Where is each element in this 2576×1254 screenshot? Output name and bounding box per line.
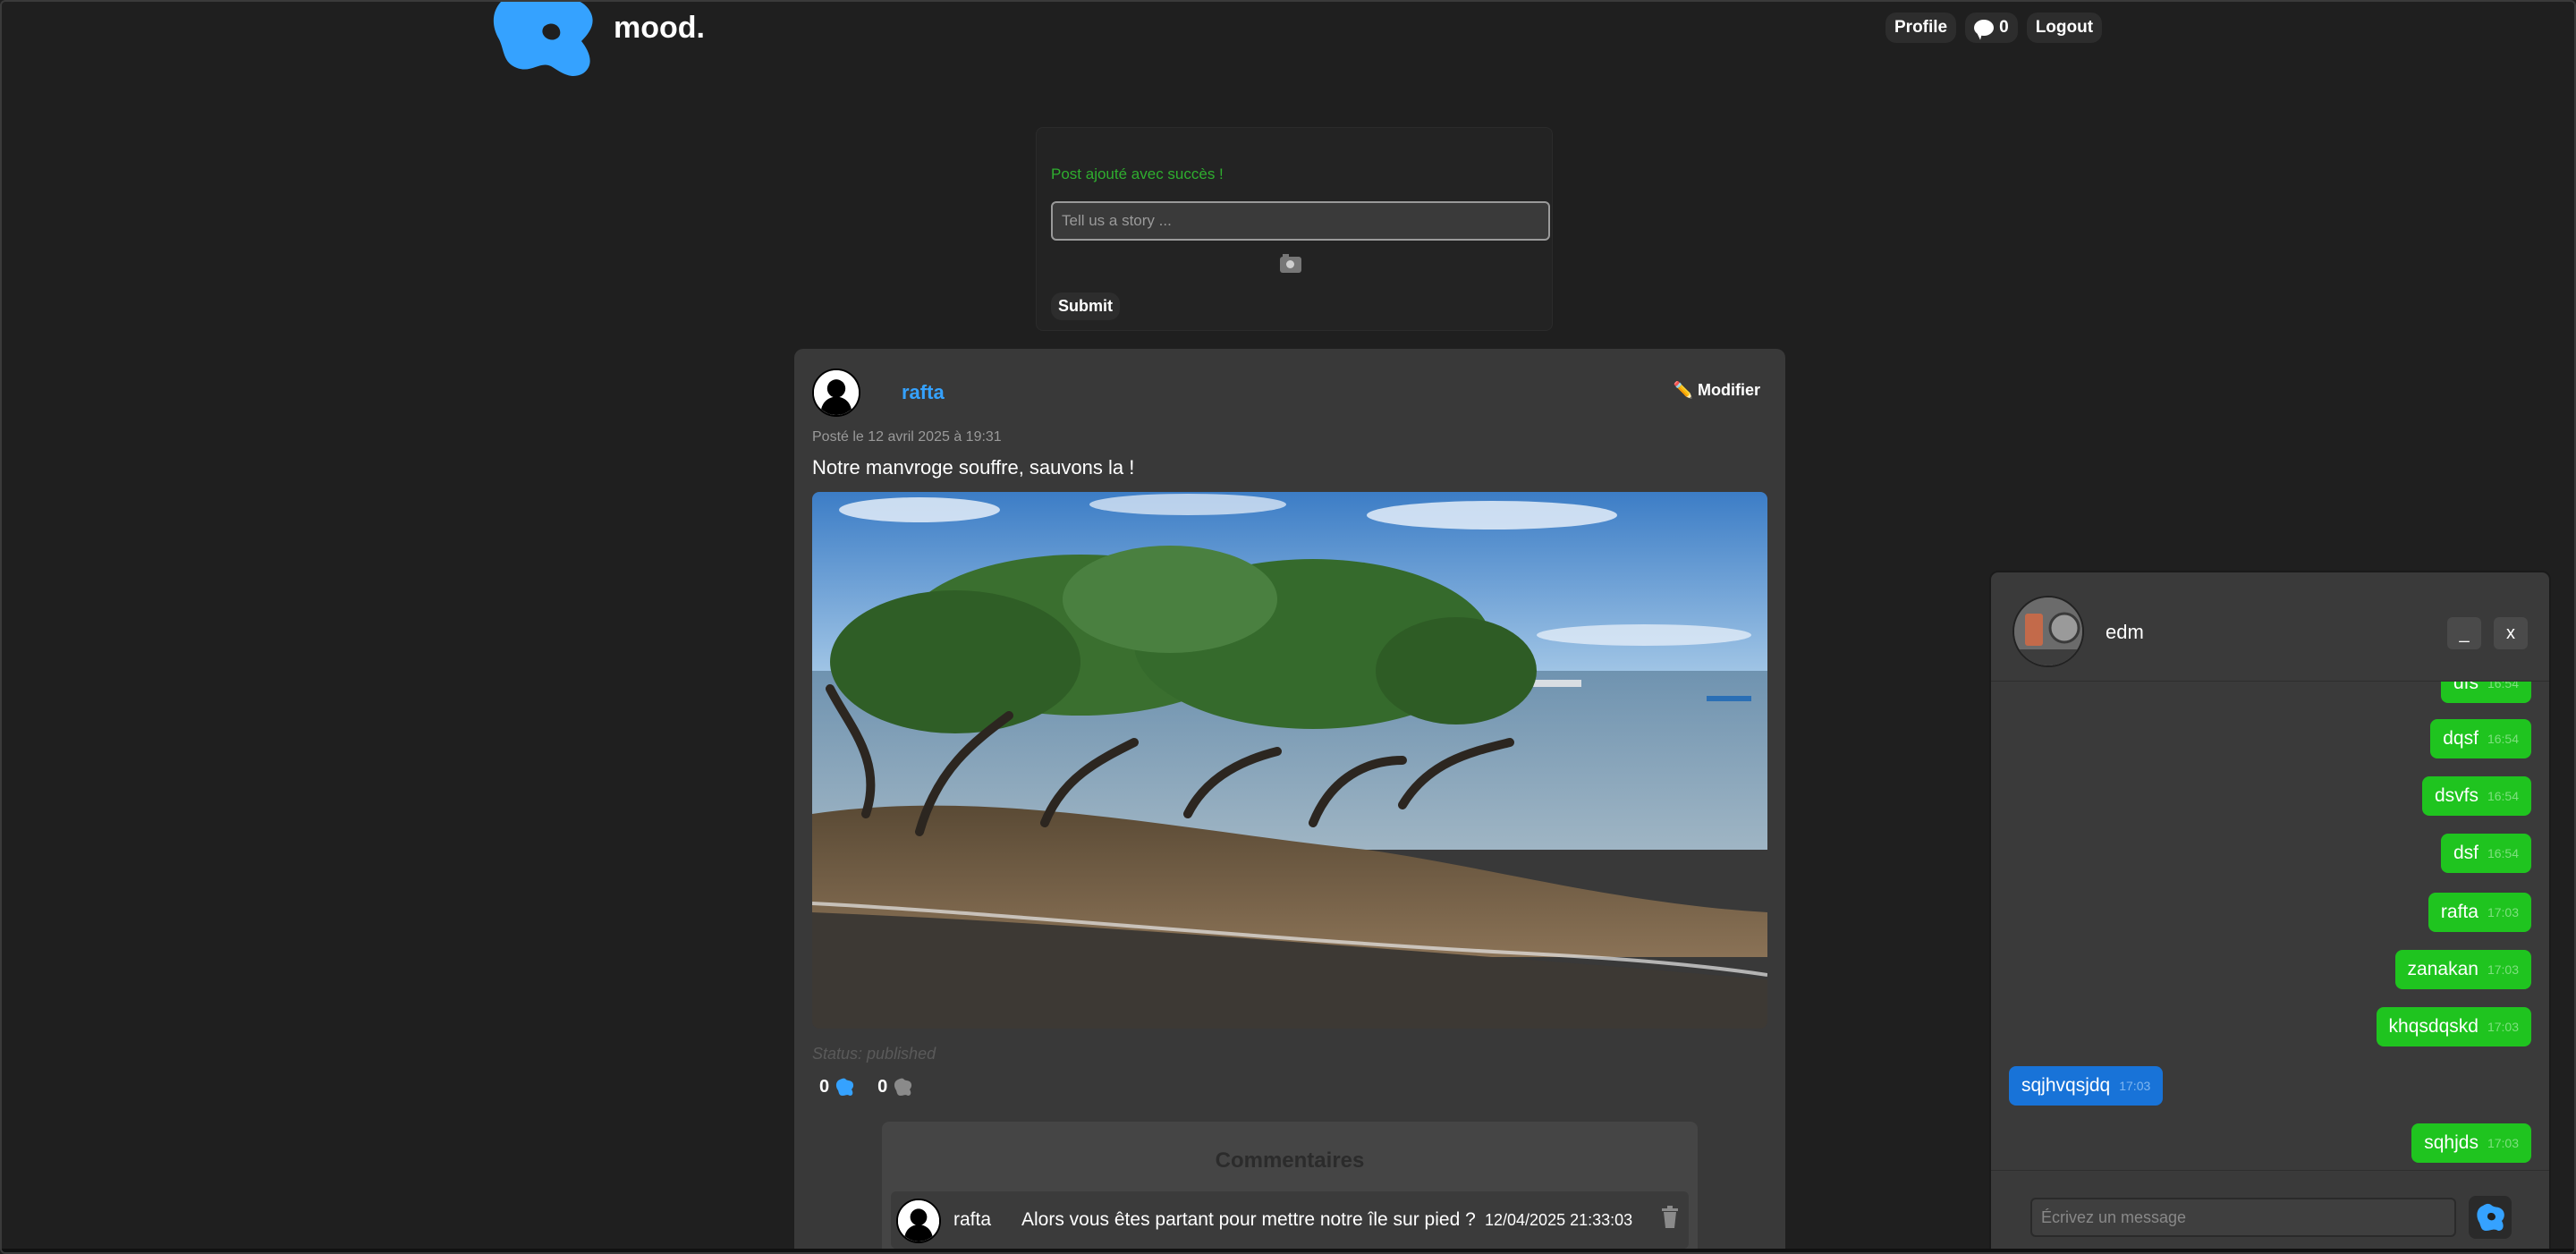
user-silhouette-icon — [814, 370, 859, 415]
message-text: rafta — [2440, 902, 2479, 922]
post-photo[interactable] — [812, 492, 1767, 1029]
message-text: dsf — [2453, 843, 2479, 863]
messages-button[interactable]: 0 — [1965, 13, 2018, 43]
brand-logo[interactable]: mood. — [485, 2, 705, 82]
chat-window: edm _ x dfs 16:54 dqsf 16:54 dsvfs 16:54… — [1989, 571, 2551, 1252]
send-blob-icon — [2477, 1203, 2504, 1231]
logout-button[interactable]: Logout — [2026, 13, 2103, 43]
messages-count: 0 — [1999, 18, 2009, 37]
chat-messages[interactable]: dfs 16:54 dqsf 16:54 dsvfs 16:54 dsf 16:… — [1991, 682, 2549, 1170]
post-status: Status: published — [812, 1045, 936, 1063]
message-text: sqhjds — [2424, 1132, 2479, 1153]
message-time: 16:54 — [2487, 789, 2519, 803]
message-bubble: khqsdqskd 17:03 — [2376, 1007, 2531, 1046]
message-text: sqjhvqsjdq — [2021, 1075, 2111, 1096]
message-time: 17:03 — [2487, 962, 2519, 977]
message-bubble: dsf 16:54 — [2440, 834, 2531, 873]
comment-author[interactable]: rafta — [953, 1209, 991, 1231]
message-bubble: rafta 17:03 — [2428, 893, 2531, 932]
post-text: Notre manvroge souffre, sauvons la ! — [812, 456, 1135, 479]
message-bubble: dfs 16:54 — [2440, 682, 2531, 703]
dislike-count: 0 — [877, 1077, 888, 1097]
message-text: zanakan — [2407, 959, 2479, 979]
send-button[interactable] — [2469, 1196, 2512, 1239]
message-bubble: dqsf 16:54 — [2430, 719, 2531, 758]
contact-photo — [2014, 597, 2082, 665]
comment-time: 12/04/2025 21:33:03 — [1485, 1211, 1633, 1229]
avatar[interactable] — [896, 1199, 941, 1243]
story-input[interactable] — [1051, 201, 1550, 241]
message-bubble: sqhjds 17:03 — [2411, 1123, 2531, 1163]
message-bubble: sqjhvqsjdq 17:03 — [2009, 1066, 2164, 1106]
post-card: rafta ✏️ Modifier Posté le 12 avril 2025… — [794, 349, 1785, 1252]
grey-blob-icon — [894, 1078, 912, 1096]
message-text: dsvfs — [2434, 785, 2479, 806]
app-window: mood. Profile 0 Logout Post ajouté avec … — [0, 0, 2576, 1254]
message-time: 16:54 — [2487, 732, 2519, 746]
message-time: 17:03 — [2487, 1020, 2519, 1034]
message-bubble: zanakan 17:03 — [2394, 950, 2531, 989]
message-time: 17:03 — [2119, 1079, 2151, 1093]
chat-contact-name: edm — [2106, 621, 2144, 643]
trash-icon[interactable] — [1660, 1206, 1680, 1229]
avatar[interactable] — [2012, 596, 2084, 667]
message-time: 17:03 — [2487, 905, 2519, 919]
like-button[interactable]: 0 — [819, 1077, 854, 1097]
blue-blob-icon — [836, 1078, 854, 1096]
brand-name: mood. — [614, 11, 705, 45]
chat-footer — [1991, 1170, 2549, 1252]
submit-button[interactable]: Submit — [1051, 292, 1120, 320]
post-author-link[interactable]: rafta — [902, 381, 945, 404]
message-text: dfs — [2453, 682, 2479, 693]
avatar[interactable] — [812, 369, 860, 417]
like-count: 0 — [819, 1077, 830, 1097]
blue-blob-logo-icon — [493, 2, 593, 76]
message-text: dqsf — [2443, 728, 2479, 749]
message-input[interactable] — [2030, 1198, 2456, 1237]
close-chat-button[interactable]: x — [2494, 617, 2528, 649]
comments-title: Commentaires — [1215, 1148, 1365, 1173]
minimize-chat-button[interactable]: _ — [2447, 617, 2481, 649]
speech-bubble-icon — [1974, 20, 1995, 36]
post-date: Posté le 12 avril 2025 à 19:31 — [812, 429, 1002, 445]
success-message: Post ajouté avec succès ! — [1051, 165, 1224, 182]
chat-header: edm _ x — [1991, 572, 2549, 682]
message-bubble: dsvfs 16:54 — [2421, 776, 2531, 816]
comment-row: rafta Alors vous êtes partant pour mettr… — [891, 1191, 1689, 1249]
comments-section: Commentaires rafta Alors vous êtes parta… — [882, 1122, 1698, 1252]
message-time: 17:03 — [2487, 1136, 2519, 1150]
top-nav: Profile 0 Logout — [1885, 13, 2103, 43]
comment-text: Alors vous êtes partant pour mettre notr… — [1021, 1209, 1476, 1230]
user-silhouette-icon — [898, 1200, 939, 1241]
profile-button[interactable]: Profile — [1885, 13, 1957, 43]
dislike-button[interactable]: 0 — [877, 1077, 912, 1097]
message-time: 16:54 — [2487, 682, 2519, 691]
post-composer: Post ajouté avec succès ! Submit — [1036, 127, 1553, 331]
edit-post-button[interactable]: ✏️ Modifier — [1674, 381, 1760, 400]
message-time: 16:54 — [2487, 846, 2519, 860]
camera-icon[interactable] — [1280, 254, 1301, 273]
message-text: khqsdqskd — [2388, 1016, 2479, 1037]
reactions-bar: 0 0 — [819, 1077, 912, 1097]
mangrove-photo — [812, 492, 1767, 1029]
window-bottom-edge — [2, 1249, 2574, 1252]
